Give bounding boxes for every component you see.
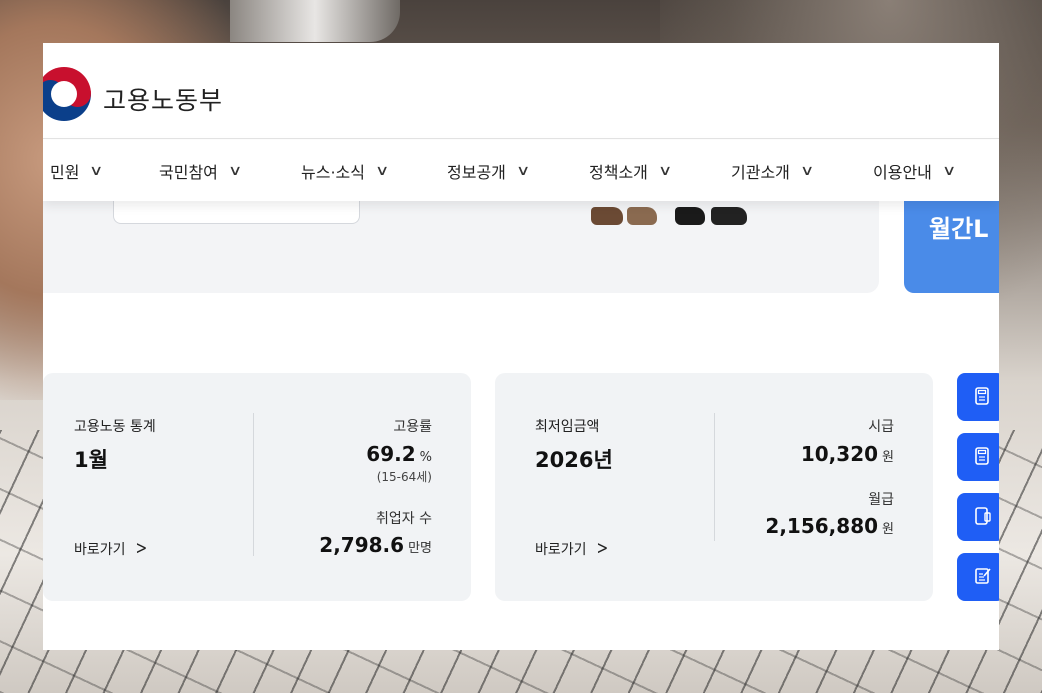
nav-item-complaint[interactable]: 민원 ∨ <box>50 159 104 183</box>
stats-link[interactable]: 바로가기 > <box>74 538 148 560</box>
hourly-wage-label: 시급 <box>868 419 894 435</box>
nav-item-label: 정보공개 <box>447 163 506 182</box>
monthly-magazine-card[interactable]: 월간L <box>904 201 999 293</box>
calculator-icon <box>975 387 989 405</box>
main-nav: 민원 ∨ 국민참여 ∨ 뉴스·소식 ∨ 정보공개 ∨ 정책소개 ∨ 기관소개 ∨ 이용안내 ∨ <box>43 140 999 201</box>
monthly-wage-value: 2,156,880 원 <box>765 514 894 538</box>
nav-item-label: 이용안내 <box>873 163 932 182</box>
background-pen <box>230 0 400 42</box>
employment-rate-note: (15-64세) <box>376 470 432 484</box>
chevron-down-icon: ∨ <box>941 163 957 179</box>
monthly-magazine-title: 월간L <box>929 215 989 243</box>
quick-button-edit[interactable] <box>957 553 999 601</box>
chevron-down-icon: ∨ <box>657 163 673 179</box>
quick-button-calculator[interactable] <box>957 373 999 421</box>
stats-title: 고용노동 통계 <box>74 419 156 435</box>
nav-item-policy[interactable]: 정책소개 ∨ <box>589 159 673 183</box>
nav-item-about[interactable]: 기관소개 ∨ <box>731 159 815 183</box>
tablet-icon <box>975 507 991 525</box>
quick-button-tablet[interactable] <box>957 493 999 541</box>
min-wage-title: 최저임금액 <box>535 419 600 435</box>
stats-link-label: 바로가기 <box>74 542 126 558</box>
brand-name[interactable]: 고용노동부 <box>103 81 223 117</box>
employed-value: 2,798.6 만명 <box>319 533 432 557</box>
employment-rate-label: 고용률 <box>393 419 432 435</box>
min-wage-link[interactable]: 바로가기 > <box>535 538 609 560</box>
chevron-right-icon: > <box>596 538 609 560</box>
chevron-down-icon: ∨ <box>89 163 104 179</box>
banner-input-box[interactable] <box>113 201 360 224</box>
labor-statistics-card: 고용노동 통계 1월 바로가기 > 고용률 69.2% (15-64세) 취업자 … <box>43 373 471 601</box>
min-wage-divider <box>714 413 715 541</box>
stats-period: 1월 <box>74 448 108 472</box>
shoes-image <box>577 201 759 227</box>
nav-item-news[interactable]: 뉴스·소식 ∨ <box>301 159 390 183</box>
min-wage-year: 2026년 <box>535 448 613 472</box>
chevron-down-icon: ∨ <box>799 163 815 179</box>
chevron-down-icon: ∨ <box>515 163 531 179</box>
nav-item-label: 민원 <box>50 163 80 182</box>
quick-button-calculator-2[interactable] <box>957 433 999 481</box>
nav-item-guide[interactable]: 이용안내 ∨ <box>873 159 957 183</box>
monthly-wage-label: 월급 <box>868 492 894 508</box>
nav-item-label: 국민참여 <box>159 163 218 182</box>
nav-item-participation[interactable]: 국민참여 ∨ <box>159 159 243 183</box>
chevron-down-icon: ∨ <box>374 163 390 179</box>
minimum-wage-card: 최저임금액 2026년 바로가기 > 시급 10,320 원 월급 2,156,88… <box>495 373 933 601</box>
browser-viewport: 고용노동부 민원 ∨ 국민참여 ∨ 뉴스·소식 ∨ 정보공개 ∨ 정책소개 ∨ 기관소개 ∨… <box>43 43 999 650</box>
site-header: 고용노동부 <box>43 43 999 139</box>
calculator-icon <box>975 447 989 465</box>
min-wage-link-label: 바로가기 <box>535 542 587 558</box>
employed-label: 취업자 수 <box>376 511 432 527</box>
nav-item-label: 기관소개 <box>731 163 790 182</box>
nav-item-label: 뉴스·소식 <box>301 163 365 182</box>
employment-rate-value: 69.2% <box>366 442 432 466</box>
chevron-down-icon: ∨ <box>227 163 243 179</box>
chevron-right-icon: > <box>135 538 148 560</box>
nav-item-disclosure[interactable]: 정보공개 ∨ <box>447 159 531 183</box>
edit-document-icon <box>975 568 991 584</box>
hourly-wage-value: 10,320 원 <box>800 442 894 466</box>
stats-divider <box>253 413 254 556</box>
taegeuk-logo-icon[interactable] <box>43 67 91 121</box>
nav-item-label: 정책소개 <box>589 163 648 182</box>
